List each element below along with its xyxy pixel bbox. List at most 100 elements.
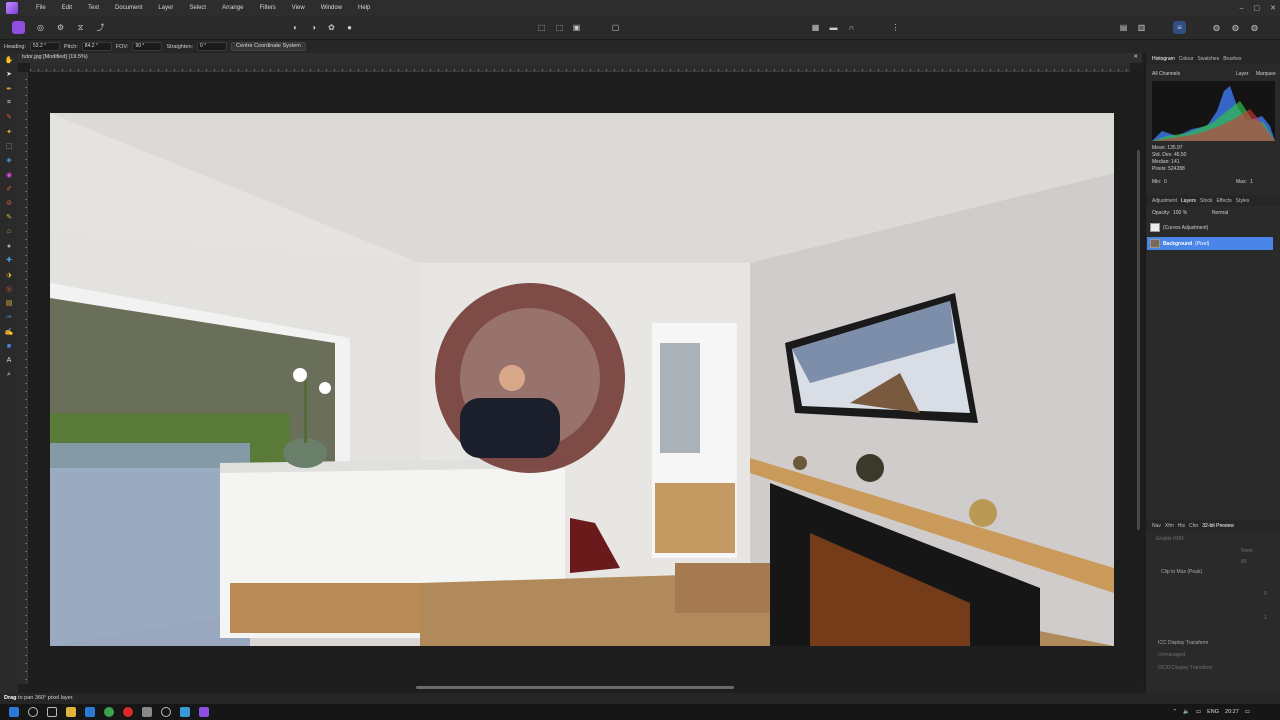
menu-filters[interactable]: Filters	[251, 0, 283, 16]
tab-chn[interactable]: Chn	[1189, 523, 1198, 529]
tab-adjustment[interactable]: Adjustment	[1152, 198, 1177, 204]
clock[interactable]: 20:27	[1225, 709, 1239, 715]
share-icon[interactable]: ◍	[1229, 21, 1242, 34]
help-icon[interactable]: ◍	[1248, 21, 1261, 34]
auto-levels-icon[interactable]: ◐	[289, 21, 302, 34]
windows-start-icon[interactable]	[9, 707, 19, 717]
mail-icon[interactable]	[85, 707, 95, 717]
text-tool-icon[interactable]: A	[0, 353, 18, 367]
menu-view[interactable]: View	[284, 0, 313, 16]
photo-persona-icon[interactable]	[12, 21, 25, 34]
blend-mode-select[interactable]: Normal	[1212, 210, 1228, 216]
app-icon[interactable]	[142, 707, 152, 717]
clone-brush-icon[interactable]: ⌂	[0, 225, 18, 239]
centre-coordinate-system-button[interactable]: Centre Coordinate System	[231, 42, 306, 51]
erase-brush-icon[interactable]: ⊘	[0, 196, 18, 210]
tab-his[interactable]: His	[1178, 523, 1185, 529]
inpainting-brush-icon[interactable]: ✚	[0, 253, 18, 267]
magnet-icon[interactable]: ∩	[845, 21, 858, 34]
red-eye-tool-icon[interactable]: ◎	[0, 282, 18, 296]
auto-contrast-icon[interactable]: ◑	[307, 21, 320, 34]
selection-brush-icon[interactable]: ✎	[0, 110, 18, 124]
export-persona-icon[interactable]: ⤴	[94, 21, 107, 34]
marquee-radio[interactable]: Marquee	[1256, 71, 1276, 77]
task-view-icon[interactable]	[47, 707, 57, 717]
tab-effects[interactable]: Effects	[1217, 198, 1232, 204]
studio-toggle-icon[interactable]: ≡	[1173, 21, 1186, 34]
exposure-field[interactable]: 0	[1264, 591, 1267, 597]
menu-layer[interactable]: Layer	[150, 0, 181, 16]
opacity-field[interactable]: 100 %	[1173, 210, 1187, 216]
menu-edit[interactable]: Edit	[54, 0, 80, 16]
move-tool-icon[interactable]: ➤	[0, 67, 18, 81]
tone-map-persona-icon[interactable]: ⧖	[74, 21, 87, 34]
fov-field[interactable]: 90 °	[132, 42, 163, 51]
menu-document[interactable]: Document	[107, 0, 150, 16]
language-indicator[interactable]: ENG	[1207, 709, 1219, 715]
paint-brush-icon[interactable]: ✐	[0, 182, 18, 196]
ocio-display-radio[interactable]: OCIO Display Transform	[1158, 665, 1212, 671]
gradient-tool-icon[interactable]: ◉	[0, 167, 18, 181]
menu-arrange[interactable]: Arrange	[214, 0, 251, 16]
pitch-field[interactable]: 84.2 °	[81, 42, 112, 51]
patch-tool-icon[interactable]: ⬗	[0, 267, 18, 281]
mesh-warp-icon[interactable]: ▤	[0, 296, 18, 310]
layer-row-curves[interactable]: (Curves Adjustment)	[1147, 221, 1273, 234]
clock-app-icon[interactable]	[161, 707, 171, 717]
align-icon[interactable]: ▥	[1135, 21, 1148, 34]
search-icon[interactable]	[28, 707, 38, 717]
blur-brush-icon[interactable]: ●	[0, 239, 18, 253]
pen-tool-icon[interactable]: ✑	[0, 310, 18, 324]
layer-radio[interactable]: Layer	[1236, 71, 1249, 77]
tab-xfm[interactable]: Xfm	[1165, 523, 1174, 529]
liquify-persona-icon[interactable]: ◎	[34, 21, 47, 34]
selection-clear-icon[interactable]: ⬚	[553, 21, 566, 34]
max-field[interactable]: 1	[1250, 179, 1253, 185]
marquee-tool-icon[interactable]: ⬚	[0, 139, 18, 153]
heading-field[interactable]: 53.2 °	[30, 42, 61, 51]
close-document-icon[interactable]: ✕	[1133, 54, 1138, 60]
invert-selection-icon[interactable]: ▣	[570, 21, 583, 34]
tone-select[interactable]: None	[1241, 548, 1253, 554]
opera-icon[interactable]	[123, 707, 133, 717]
auto-white-balance-icon[interactable]: ●	[343, 21, 356, 34]
channel-select[interactable]: All Channels	[1152, 71, 1180, 77]
menu-select[interactable]: Select	[181, 0, 214, 16]
zoom-tool-icon[interactable]: ⌕	[0, 368, 18, 382]
nits-field[interactable]: 80	[1241, 559, 1247, 565]
notification-icon[interactable]: ▭	[1245, 709, 1250, 715]
assistant-icon[interactable]: ▦	[809, 21, 822, 34]
shape-tool-icon[interactable]: ■	[0, 339, 18, 353]
arrange-icon[interactable]: ▤	[1117, 21, 1130, 34]
crop-tool-icon[interactable]: ⌗	[0, 96, 18, 110]
network-icon[interactable]: ▭	[1196, 709, 1201, 715]
tab-styles[interactable]: Styles	[1236, 198, 1250, 204]
color-picker-icon[interactable]: ✒	[0, 82, 18, 96]
min-field[interactable]: 0	[1164, 179, 1167, 185]
node-tool-icon[interactable]: ✍	[0, 325, 18, 339]
layer-row-background[interactable]: Background (Pixel)	[1147, 237, 1273, 250]
tab-stock[interactable]: Stock	[1200, 198, 1213, 204]
maximize-button[interactable]: ▢	[1254, 4, 1261, 12]
gamma-field[interactable]: 1	[1264, 615, 1267, 621]
tab-brushes[interactable]: Brushes	[1223, 56, 1241, 62]
tray-arrow-icon[interactable]: ⌃	[1172, 709, 1177, 715]
menu-window[interactable]: Window	[313, 0, 350, 16]
document-tab[interactable]: tutor.jpg [Modified] (19.5%) ✕	[18, 53, 1142, 63]
straighten-field[interactable]: 0 °	[197, 42, 228, 51]
quick-mask-icon[interactable]: ▢	[609, 21, 622, 34]
volume-icon[interactable]: 🔈	[1183, 709, 1190, 715]
designer-icon[interactable]	[180, 707, 190, 717]
menu-file[interactable]: File	[28, 0, 54, 16]
clip-to-max-checkbox[interactable]: Clip to Max (Peak)	[1161, 569, 1202, 575]
menu-help[interactable]: Help	[350, 0, 378, 16]
develop-persona-icon[interactable]: ⚙	[54, 21, 67, 34]
tab-swatches[interactable]: Swatches	[1198, 56, 1220, 62]
panorama-photo[interactable]	[50, 113, 1114, 646]
unmanaged-radio[interactable]: Unmanaged	[1158, 652, 1185, 658]
dodge-brush-icon[interactable]: ✎	[0, 210, 18, 224]
flood-select-icon[interactable]: ✦	[0, 124, 18, 138]
affinity-photo-taskbar-icon[interactable]	[199, 707, 209, 717]
enable-hdr-checkbox[interactable]: Enable HDR	[1156, 536, 1184, 542]
vertical-scrollbar[interactable]	[1137, 150, 1140, 530]
